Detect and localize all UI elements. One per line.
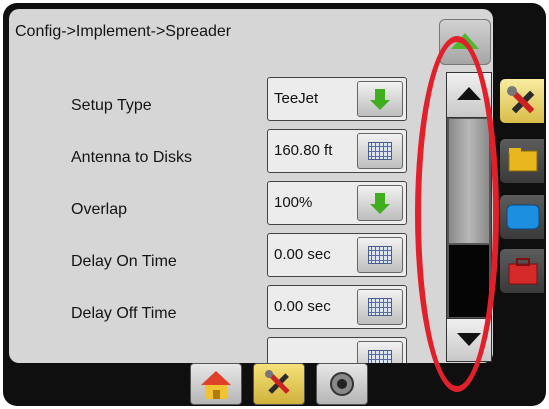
keyboard-icon xyxy=(368,142,392,160)
delay-on-time-keyboard-button[interactable] xyxy=(357,237,403,273)
highlight-oval xyxy=(415,36,499,392)
display-tab[interactable] xyxy=(500,195,544,239)
toolbox-icon xyxy=(508,258,538,285)
delay-on-time-value: 0.00 sec xyxy=(274,246,331,263)
delay-off-time-value: 0.00 sec xyxy=(274,298,331,315)
setup-type-field[interactable]: TeeJet xyxy=(267,77,407,121)
antenna-to-disks-label: Antenna to Disks xyxy=(71,149,192,166)
home-tab[interactable] xyxy=(190,363,242,405)
tools-tab[interactable] xyxy=(500,79,544,123)
keyboard-icon xyxy=(368,350,392,363)
display-icon xyxy=(506,204,540,230)
antenna-to-disks-value: 160.80 ft xyxy=(274,142,333,159)
toolbox-tab[interactable] xyxy=(500,249,544,293)
screen-frame: Config->Implement->Spreader Setup Type T… xyxy=(3,3,546,406)
gps-tab[interactable] xyxy=(316,363,368,405)
setup-type-value: TeeJet xyxy=(274,90,319,107)
keyboard-icon xyxy=(368,246,392,264)
gps-icon xyxy=(330,372,354,396)
keyboard-icon xyxy=(368,298,392,316)
partial-row-field[interactable] xyxy=(267,337,407,363)
home-icon xyxy=(201,371,231,399)
overlap-value: 100% xyxy=(274,194,313,211)
green-down-arrow-icon xyxy=(370,89,390,110)
folder-icon xyxy=(508,148,538,172)
tools-bottom-tab[interactable] xyxy=(253,363,305,405)
folder-tab[interactable] xyxy=(500,139,544,183)
antenna-to-disks-field[interactable]: 160.80 ft xyxy=(267,129,407,173)
delay-on-time-label: Delay On Time xyxy=(71,253,177,270)
overlap-dropdown-button[interactable] xyxy=(357,185,403,221)
breadcrumb: Config->Implement->Spreader xyxy=(15,23,232,40)
partial-row-keyboard-button[interactable] xyxy=(357,341,403,363)
delay-off-time-field[interactable]: 0.00 sec xyxy=(267,285,407,329)
tools-icon xyxy=(265,370,290,394)
delay-off-time-keyboard-button[interactable] xyxy=(357,289,403,325)
setup-type-dropdown-button[interactable] xyxy=(357,81,403,117)
setup-type-label: Setup Type xyxy=(71,97,152,114)
overlap-label: Overlap xyxy=(71,201,128,218)
green-down-arrow-icon xyxy=(370,193,390,214)
tools-icon xyxy=(507,86,535,114)
delay-off-time-label: Delay Off Time xyxy=(71,305,177,322)
overlap-field[interactable]: 100% xyxy=(267,181,407,225)
delay-on-time-field[interactable]: 0.00 sec xyxy=(267,233,407,277)
antenna-to-disks-keyboard-button[interactable] xyxy=(357,133,403,169)
